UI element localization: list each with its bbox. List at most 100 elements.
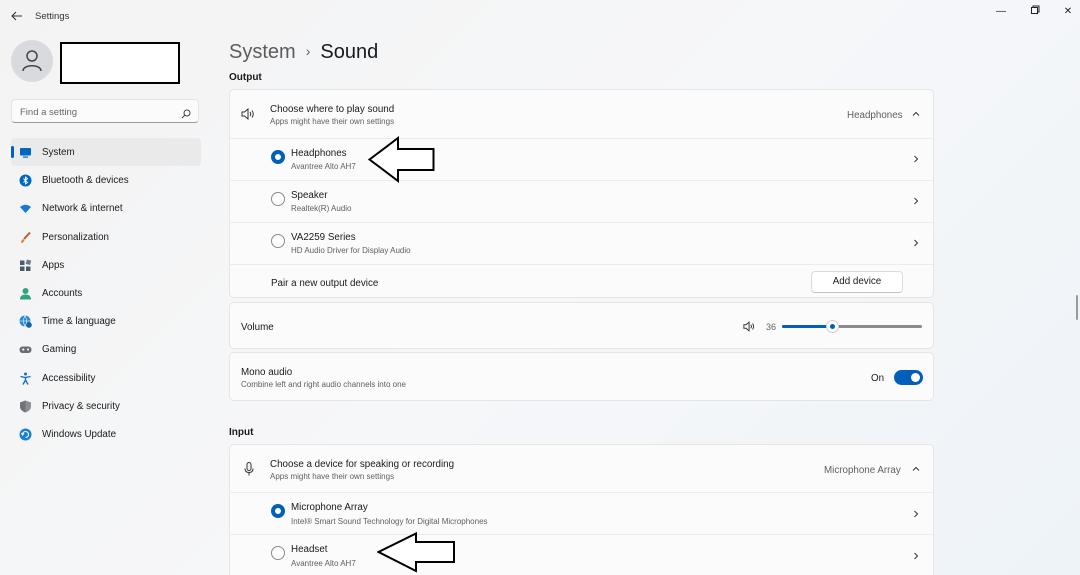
annotation-arrow-left-icon [377, 532, 455, 573]
sidebar-item-gaming[interactable]: Gaming [11, 335, 201, 363]
annotation-arrow-left-icon [368, 136, 435, 183]
wifi-icon [20, 205, 31, 214]
mono-audio-title: Mono audio [241, 367, 293, 378]
accessibility-icon [20, 372, 31, 385]
sidebar-item-label: Personalization [42, 231, 109, 243]
device-name: Headphones [291, 148, 347, 159]
sidebar-item-windows-update[interactable]: Windows Update [11, 420, 201, 448]
volume-slider-thumb[interactable] [826, 320, 839, 333]
output-device-row-va2259[interactable]: VA2259 Series HD Audio Driver for Displa… [230, 222, 933, 264]
device-driver: Avantree Alto AH7 [291, 162, 356, 171]
output-device-card: Choose where to play sound Apps might ha… [229, 89, 934, 298]
device-name: VA2259 Series [291, 232, 356, 243]
person-icon [20, 287, 31, 300]
sidebar-item-label: Network & internet [42, 203, 123, 215]
device-driver: HD Audio Driver for Display Audio [291, 246, 411, 255]
radio-speaker[interactable] [271, 192, 285, 206]
globe-clock-icon [19, 315, 32, 328]
mono-audio-toggle[interactable] [894, 370, 923, 385]
close-icon[interactable]: ✕ [1056, 5, 1080, 19]
output-device-row-speaker[interactable]: Speaker Realtek(R) Audio [230, 180, 933, 222]
output-section-title: Output [229, 72, 262, 83]
update-icon [19, 428, 32, 441]
chevron-up-icon[interactable] [911, 464, 921, 474]
input-choose-title: Choose a device for speaking or recordin… [270, 459, 455, 470]
device-name: Headset [291, 544, 328, 555]
sidebar-nav: System Bluetooth & devices Network & int… [11, 138, 201, 448]
device-driver: Avantree Alto AH7 [291, 559, 356, 568]
device-name: Speaker [291, 190, 328, 201]
scrollbar[interactable] [1076, 295, 1078, 320]
device-driver: Intel® Smart Sound Technology for Digita… [291, 517, 488, 526]
volume-card: Volume 36 [229, 302, 934, 349]
output-selected-value: Headphones [847, 110, 903, 121]
sidebar-item-personalization[interactable]: Personalization [11, 223, 201, 251]
shield-icon [20, 400, 31, 413]
sidebar-item-accounts[interactable]: Accounts [11, 279, 201, 307]
app-title: Settings [35, 11, 70, 22]
output-choose-subtitle: Apps might have their own settings [270, 117, 395, 126]
search-placeholder: Find a setting [20, 107, 78, 118]
sidebar-item-label: Windows Update [42, 428, 117, 440]
sidebar-item-label: System [42, 147, 75, 158]
output-device-row-headphones[interactable]: Headphones Avantree Alto AH7 [230, 138, 933, 180]
radio-va2259[interactable] [271, 234, 285, 248]
system-icon [20, 148, 31, 158]
chevron-right-icon: › [305, 43, 311, 59]
input-device-row-microphone-array[interactable]: Microphone Array Intel® Smart Sound Tech… [230, 492, 933, 534]
active-indicator [11, 146, 14, 158]
apps-icon [20, 259, 32, 271]
restore-icon[interactable] [1023, 5, 1047, 19]
avatar[interactable] [11, 40, 53, 82]
breadcrumb-parent[interactable]: System [229, 41, 296, 63]
chevron-right-icon[interactable] [911, 154, 921, 164]
gamepad-icon [19, 346, 32, 354]
user-name-redacted [60, 42, 180, 84]
device-name: Microphone Array [291, 502, 368, 513]
device-driver: Realtek(R) Audio [291, 204, 352, 213]
sidebar-item-time-language[interactable]: Time & language [11, 307, 201, 335]
speaker-icon[interactable] [743, 321, 756, 332]
sidebar-item-label: Gaming [42, 344, 77, 356]
sidebar-item-privacy-security[interactable]: Privacy & security [11, 392, 201, 420]
sidebar-item-network[interactable]: Network & internet [11, 194, 201, 222]
chevron-up-icon[interactable] [911, 109, 921, 119]
sidebar-item-label: Apps [42, 259, 65, 271]
search-input[interactable]: Find a setting [11, 99, 199, 123]
output-choose-row[interactable]: Choose where to play sound Apps might ha… [230, 90, 933, 138]
radio-headphones[interactable] [271, 150, 285, 164]
page-title: Sound [320, 41, 379, 63]
sidebar-item-accessibility[interactable]: Accessibility [11, 364, 201, 392]
sidebar-item-bluetooth[interactable]: Bluetooth & devices [11, 166, 201, 194]
input-device-row-headset[interactable]: Headset Avantree Alto AH7 [230, 534, 933, 575]
radio-microphone-array[interactable] [271, 504, 285, 518]
input-section-title: Input [229, 427, 254, 438]
search-icon[interactable] [181, 106, 191, 124]
microphone-icon [244, 462, 254, 476]
add-device-button[interactable]: Add device [811, 271, 903, 293]
sidebar-item-system[interactable]: System [11, 138, 201, 167]
minimize-icon[interactable]: — [989, 5, 1013, 19]
chevron-right-icon[interactable] [911, 196, 921, 206]
volume-slider-fill [782, 325, 832, 328]
volume-label: Volume [241, 322, 274, 333]
radio-headset[interactable] [271, 546, 285, 560]
chevron-right-icon[interactable] [911, 509, 921, 519]
input-choose-subtitle: Apps might have their own settings [270, 472, 395, 481]
output-choose-title: Choose where to play sound [270, 104, 395, 115]
pair-device-row: Pair a new output device Add device [230, 264, 933, 298]
sidebar-item-label: Bluetooth & devices [42, 175, 129, 187]
sidebar-item-label: Accounts [42, 287, 83, 299]
sidebar-item-apps[interactable]: Apps [11, 251, 201, 279]
chevron-right-icon[interactable] [911, 238, 921, 248]
breadcrumb: System › Sound [229, 41, 378, 64]
chevron-right-icon[interactable] [911, 551, 921, 561]
sidebar-item-label: Time & language [42, 316, 116, 328]
back-arrow-icon[interactable] [8, 9, 26, 25]
pair-device-label: Pair a new output device [271, 278, 379, 289]
brush-icon [21, 231, 31, 243]
sidebar-item-label: Accessibility [42, 372, 96, 384]
input-choose-row[interactable]: Choose a device for speaking or recordin… [230, 445, 933, 492]
volume-value: 36 [766, 322, 777, 332]
mono-audio-subtitle: Combine left and right audio channels in… [241, 380, 406, 389]
